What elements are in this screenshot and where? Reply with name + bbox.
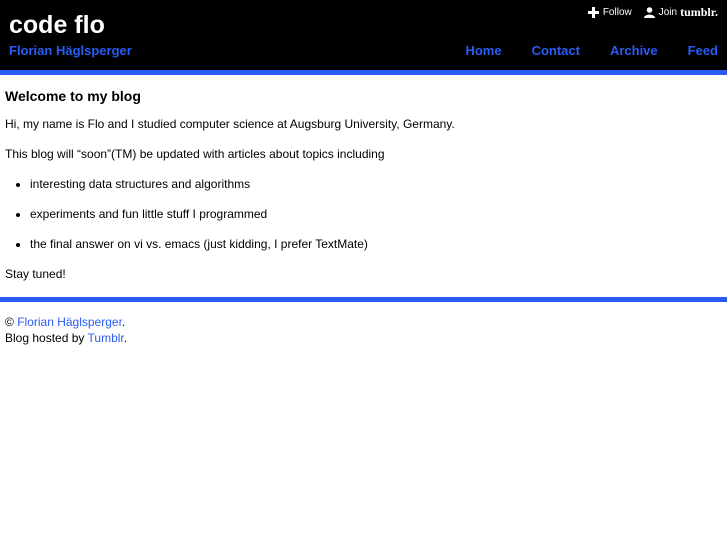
join-label: Join: [658, 6, 678, 18]
post: Welcome to my blog Hi, my name is Flo an…: [5, 87, 720, 297]
join-tumblr-button[interactable]: Join tumblr.: [643, 4, 718, 20]
follow-label: Follow: [602, 6, 632, 18]
nav-contact[interactable]: Contact: [532, 43, 580, 59]
copyright-period: .: [121, 315, 126, 329]
post-intro: Hi, my name is Flo and I studied compute…: [5, 117, 455, 131]
tumblr-link[interactable]: Tumblr: [88, 331, 124, 345]
follow-button[interactable]: Follow: [587, 6, 632, 18]
site-footer: © Florian Häglsperger. Blog hosted by Tu…: [5, 314, 127, 346]
main-nav: Home Contact Archive Feed: [465, 43, 718, 59]
nav-feed[interactable]: Feed: [688, 43, 718, 59]
plus-icon: [587, 6, 599, 18]
site-subtitle[interactable]: Florian Häglsperger: [9, 43, 132, 59]
tumblr-logo: tumblr.: [680, 4, 718, 19]
person-icon: [643, 6, 655, 18]
topic-list: interesting data structures and algorith…: [5, 177, 720, 252]
nav-home[interactable]: Home: [465, 43, 501, 59]
author-link[interactable]: Florian Häglsperger: [17, 315, 122, 329]
nav-archive[interactable]: Archive: [610, 43, 658, 59]
list-item: experiments and fun little stuff I progr…: [30, 207, 720, 222]
site-title[interactable]: code flo: [9, 9, 105, 41]
post-closing: Stay tuned!: [5, 267, 66, 281]
tumblr-controls: Follow Join tumblr.: [576, 4, 718, 20]
list-item: interesting data structures and algorith…: [30, 177, 720, 192]
hosted-period: .: [123, 331, 128, 345]
copyright-symbol: ©: [5, 315, 14, 329]
hosted-prefix: Blog hosted by: [5, 331, 85, 345]
post-title[interactable]: Welcome to my blog: [5, 87, 720, 105]
copyright-line: © Florian Häglsperger.: [5, 314, 127, 330]
post-lead: This blog will “soon”(TM) be updated wit…: [5, 147, 385, 161]
header-divider: [0, 70, 727, 75]
hosted-line: Blog hosted by Tumblr.: [5, 330, 127, 346]
list-item: the final answer on vi vs. emacs (just k…: [30, 237, 720, 252]
footer-divider: [0, 297, 727, 302]
site-header: code flo Florian Häglsperger Follow Join…: [0, 0, 727, 70]
